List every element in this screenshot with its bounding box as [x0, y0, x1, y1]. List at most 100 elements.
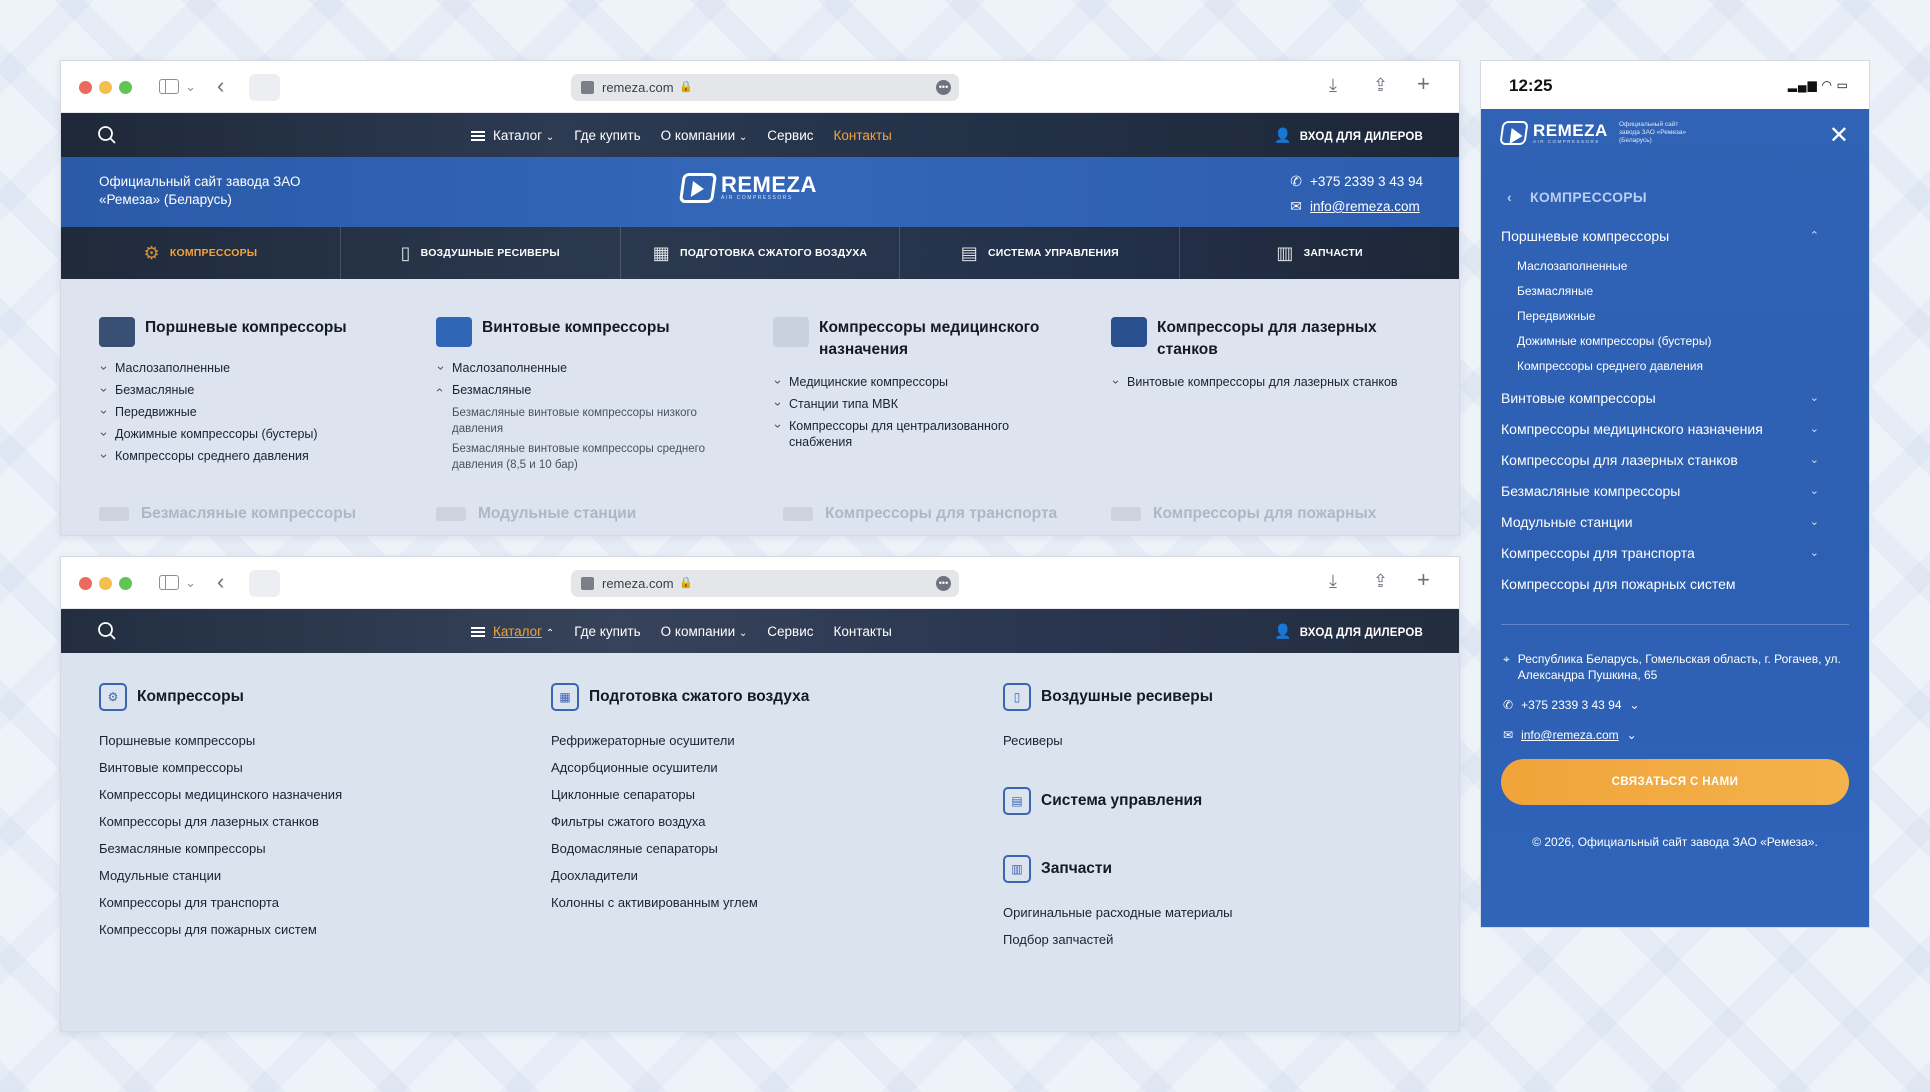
faded-category[interactable]: Модульные станции [436, 505, 736, 523]
tab-button[interactable] [249, 570, 280, 597]
category-air-treatment[interactable]: ▦ ПОДГОТОВКА СЖАТОГО ВОЗДУХА [621, 227, 901, 279]
nav-about[interactable]: О компании ⌄ [661, 128, 748, 143]
nav-where-to-buy[interactable]: Где купить [574, 128, 640, 143]
sub-list-item[interactable]: Безмасляные винтовые компрессоры среднег… [436, 441, 736, 473]
submenu-item[interactable]: Передвижные [1517, 304, 1869, 329]
column-title[interactable]: Компрессоры медицинского назначения [773, 317, 1063, 361]
category-parts[interactable]: ▥ ЗАПЧАСТИ [1180, 227, 1459, 279]
download-icon[interactable]: ⤓ [1329, 571, 1337, 592]
header-email[interactable]: ✉ info@remeza.com [1290, 194, 1423, 219]
submenu-item[interactable]: Маслозаполненные [1517, 254, 1869, 279]
column-title[interactable]: ▤ Система управления [1003, 787, 1423, 815]
list-item[interactable]: Компрессоры медицинского назначения [99, 781, 519, 808]
minimize-window-button[interactable] [99, 577, 112, 590]
nav-service[interactable]: Сервис [767, 128, 813, 143]
download-icon[interactable]: ⤓ [1329, 75, 1337, 96]
column-title[interactable]: Поршневые компрессоры [99, 317, 399, 347]
nav-catalog[interactable]: Каталог ⌄ [471, 128, 554, 143]
category-control-system[interactable]: ▤ СИСТЕМА УПРАВЛЕНИЯ [900, 227, 1181, 279]
list-item[interactable]: Безмасляные [99, 379, 399, 401]
list-item[interactable]: Компрессоры для транспорта [99, 889, 519, 916]
list-item[interactable]: Компрессоры для пожарных систем [99, 916, 519, 943]
list-item[interactable]: Подбор запчастей [1003, 926, 1423, 953]
column-title[interactable]: Винтовые компрессоры [436, 317, 736, 347]
back-arrow-icon[interactable]: ‹ [217, 569, 224, 595]
more-options-icon[interactable]: ••• [936, 80, 951, 95]
chevron-down-icon[interactable]: ⌄ [185, 575, 196, 591]
list-item[interactable]: Оригинальные расходные материалы [1003, 899, 1423, 926]
list-item[interactable]: Станции типа МВК [773, 393, 1063, 415]
menu-item[interactable]: Безмасляные компрессоры ⌄ [1481, 476, 1869, 507]
remeza-logo[interactable]: REMEZA AIR COMPRESSORS [678, 173, 817, 203]
address-bar[interactable]: remeza.com 🔒 ••• [571, 74, 959, 101]
list-item[interactable]: Винтовые компрессоры для лазерных станко… [1111, 371, 1431, 393]
share-icon[interactable]: ⇪ [1373, 75, 1388, 96]
new-tab-icon[interactable]: + [1417, 71, 1430, 97]
menu-item-open[interactable]: Поршневые компрессоры ⌃ [1481, 221, 1869, 252]
list-item[interactable]: Адсорбционные осушители [551, 754, 971, 781]
nav-service[interactable]: Сервис [767, 624, 813, 639]
menu-item[interactable]: Компрессоры медицинского назначения ⌄ [1481, 414, 1869, 445]
header-phone[interactable]: ✆ +375 2339 3 43 94 [1290, 169, 1423, 194]
menu-item[interactable]: Модульные станции ⌄ [1481, 507, 1869, 538]
menu-item[interactable]: Компрессоры для лазерных станков ⌄ [1481, 445, 1869, 476]
nav-where-to-buy[interactable]: Где купить [574, 624, 640, 639]
list-item[interactable]: Безмасляные [436, 379, 736, 401]
faded-category[interactable]: Компрессоры для пожарных [1111, 505, 1411, 523]
menu-item[interactable]: Компрессоры для пожарных систем [1481, 569, 1869, 600]
tab-button[interactable] [249, 74, 280, 101]
search-icon[interactable] [97, 125, 117, 145]
list-item[interactable]: Фильтры сжатого воздуха [551, 808, 971, 835]
list-item[interactable]: Рефрижераторные осушители [551, 727, 971, 754]
new-tab-icon[interactable]: + [1417, 567, 1430, 593]
menu-item[interactable]: Компрессоры для транспорта ⌄ [1481, 538, 1869, 569]
list-item[interactable]: Модульные станции [99, 862, 519, 889]
sidebar-icon[interactable] [159, 79, 179, 94]
contact-us-button[interactable]: СВЯЗАТЬСЯ С НАМИ [1501, 759, 1849, 805]
list-item[interactable]: Компрессоры для централизованного снабже… [773, 418, 1063, 450]
nav-contacts[interactable]: Контакты [834, 624, 892, 639]
column-title[interactable]: Компрессоры для лазерных станков [1111, 317, 1431, 361]
back-to-section[interactable]: ‹ КОМПРЕССОРЫ [1481, 167, 1869, 205]
list-item[interactable]: Безмасляные компрессоры [99, 835, 519, 862]
list-item[interactable]: Маслозаполненные [99, 357, 399, 379]
address-bar[interactable]: remeza.com 🔒 ••• [571, 570, 959, 597]
mobile-email[interactable]: ✉ info@remeza.com ⌄ [1503, 727, 1849, 743]
column-title[interactable]: ▥ Запчасти [1003, 855, 1423, 883]
close-icon[interactable]: ✕ [1829, 121, 1849, 150]
list-item[interactable]: Компрессоры для лазерных станков [99, 808, 519, 835]
column-title[interactable]: ▯ Воздушные ресиверы [1003, 683, 1423, 711]
category-air-receivers[interactable]: ▯ ВОЗДУШНЫЕ РЕСИВЕРЫ [341, 227, 621, 279]
close-window-button[interactable] [79, 577, 92, 590]
list-item[interactable]: Ресиверы [1003, 727, 1423, 754]
submenu-item[interactable]: Безмасляные [1517, 279, 1869, 304]
list-item[interactable]: Дожимные компрессоры (бустеры) [99, 423, 399, 445]
share-icon[interactable]: ⇪ [1373, 571, 1388, 592]
sub-list-item[interactable]: Безмасляные винтовые компрессоры низкого… [436, 405, 736, 437]
email-link[interactable]: info@remeza.com [1521, 727, 1619, 743]
column-title[interactable]: ▦ Подготовка сжатого воздуха [551, 683, 971, 711]
list-item[interactable]: Компрессоры среднего давления [99, 445, 399, 467]
zoom-window-button[interactable] [119, 81, 132, 94]
nav-catalog[interactable]: Каталог ⌃ [471, 624, 554, 639]
list-item[interactable]: Передвижные [99, 401, 399, 423]
dealer-login-link[interactable]: 👤 ВХОД ДЛЯ ДИЛЕРОВ [1274, 127, 1423, 144]
faded-category[interactable]: Компрессоры для транспорта [783, 505, 1083, 523]
header-email-link[interactable]: info@remeza.com [1310, 199, 1420, 214]
sidebar-icon[interactable] [159, 575, 179, 590]
list-item[interactable]: Медицинские компрессоры [773, 371, 1063, 393]
list-item[interactable]: Водомасляные сепараторы [551, 835, 971, 862]
minimize-window-button[interactable] [99, 81, 112, 94]
submenu-item[interactable]: Дожимные компрессоры (бустеры) [1517, 329, 1869, 354]
list-item[interactable]: Доохладители [551, 862, 971, 889]
close-window-button[interactable] [79, 81, 92, 94]
category-compressors[interactable]: ⚙ КОМПРЕССОРЫ [61, 227, 341, 279]
list-item[interactable]: Винтовые компрессоры [99, 754, 519, 781]
menu-item[interactable]: Винтовые компрессоры ⌄ [1481, 383, 1869, 414]
mobile-phone[interactable]: ✆ +375 2339 3 43 94 ⌄ [1503, 697, 1849, 713]
chevron-down-icon[interactable]: ⌄ [185, 79, 196, 95]
list-item[interactable]: Колонны с активированным углем [551, 889, 971, 916]
back-arrow-icon[interactable]: ‹ [217, 73, 224, 99]
dealer-login-link[interactable]: 👤 ВХОД ДЛЯ ДИЛЕРОВ [1274, 623, 1423, 640]
search-icon[interactable] [97, 621, 117, 641]
